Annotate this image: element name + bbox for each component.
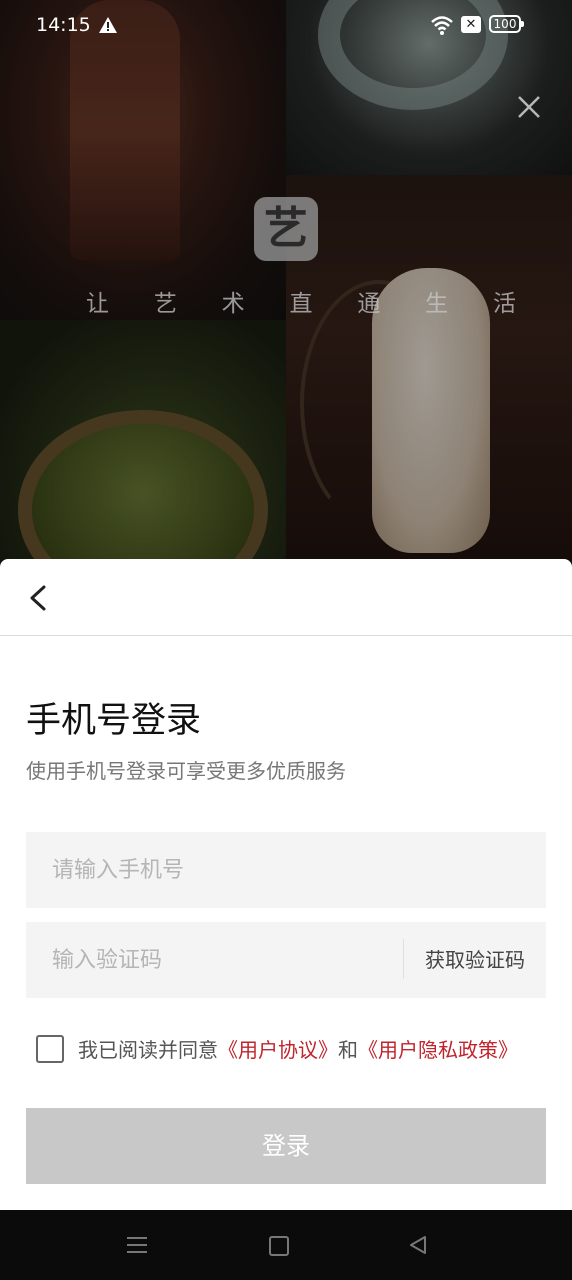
background-collage	[0, 0, 572, 560]
battery-level: 100	[493, 17, 517, 31]
status-bar: 14:15 ✕ 100	[0, 0, 572, 52]
verification-code-input[interactable]	[26, 922, 404, 998]
agreement-checkbox[interactable]	[36, 1035, 64, 1063]
phone-input[interactable]	[26, 832, 546, 908]
slogan-char: 术	[221, 291, 245, 317]
no-sim-icon: ✕	[461, 16, 481, 33]
status-time: 14:15	[36, 14, 91, 36]
agreement-text: 我已阅读并同意《用户协议》和《用户隐私政策》	[78, 1035, 536, 1065]
home-icon[interactable]	[269, 1236, 289, 1256]
privacy-policy-link[interactable]: 《用户隐私政策》	[358, 1038, 518, 1062]
close-icon[interactable]	[514, 92, 544, 122]
warning-icon	[99, 17, 117, 33]
agreement-and: 和	[338, 1038, 358, 1062]
slogan-char: 生	[425, 291, 449, 317]
page-subtitle: 使用手机号登录可享受更多优质服务	[26, 759, 346, 783]
system-nav-bar	[0, 1210, 572, 1280]
slogan-char: 让	[86, 291, 109, 317]
wifi-icon	[431, 16, 453, 35]
slogan-char: 艺	[153, 291, 177, 317]
slogan-char: 通	[357, 291, 381, 317]
slogan: 让 艺 术 直 通 生 活	[86, 284, 516, 318]
menu-icon[interactable]	[126, 1236, 148, 1254]
background-overlay	[0, 0, 572, 560]
app-logo: 艺	[254, 197, 318, 261]
slogan-char: 活	[492, 291, 516, 317]
app-logo-text: 艺	[264, 203, 308, 254]
slogan-char: 直	[289, 291, 313, 317]
login-sheet: 手机号登录 使用手机号登录可享受更多优质服务 获取验证码 我已阅读并同意《用户协…	[0, 559, 572, 1210]
user-agreement-link[interactable]: 《用户协议》	[218, 1038, 338, 1062]
get-code-button[interactable]: 获取验证码	[404, 922, 546, 998]
back-icon[interactable]	[26, 581, 52, 615]
agreement-row: 我已阅读并同意《用户协议》和《用户隐私政策》	[36, 1035, 536, 1079]
login-button[interactable]: 登录	[26, 1108, 546, 1184]
header-divider	[0, 635, 572, 636]
agreement-prefix: 我已阅读并同意	[78, 1038, 218, 1062]
nav-back-icon[interactable]	[407, 1234, 429, 1256]
page-title: 手机号登录	[26, 701, 202, 741]
battery-icon: 100	[489, 15, 524, 33]
